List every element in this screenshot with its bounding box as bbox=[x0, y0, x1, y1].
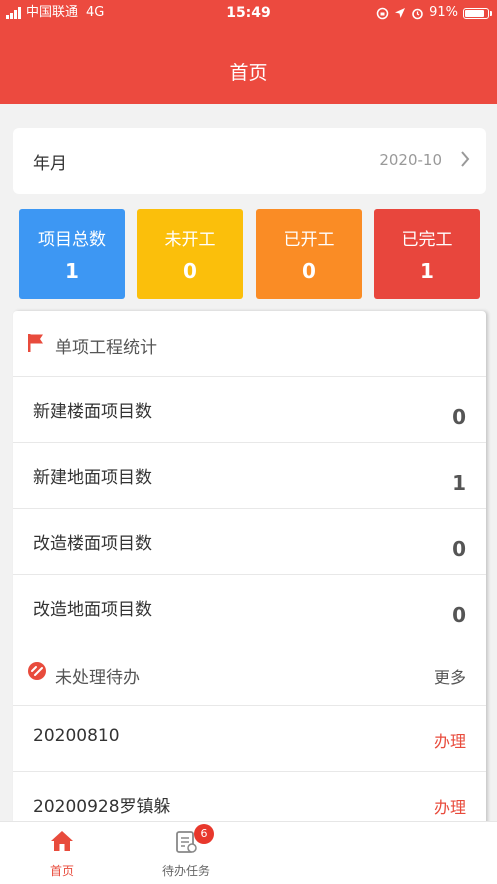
stat-row-value: 0 bbox=[452, 603, 466, 627]
tab-bar: 首页 6 待办任务 bbox=[0, 821, 497, 884]
handle-button[interactable]: 办理 bbox=[434, 794, 466, 818]
month-selector[interactable]: 年月 2020-10 bbox=[13, 128, 486, 194]
home-icon bbox=[51, 831, 73, 851]
stat-label: 项目总数 bbox=[38, 230, 106, 250]
badge-count: 6 bbox=[194, 824, 214, 844]
section-title: 单项工程统计 bbox=[55, 338, 157, 358]
stat-label: 已开工 bbox=[283, 230, 335, 250]
single-project-stats-header: 单项工程统计 bbox=[13, 311, 486, 375]
stat-row-label: 新建地面项目数 bbox=[33, 468, 152, 488]
flag-icon bbox=[28, 334, 43, 352]
stat-row-label: 改造地面项目数 bbox=[33, 600, 152, 620]
tab-home[interactable]: 首页 bbox=[0, 822, 124, 884]
tab-label: 首页 bbox=[49, 864, 74, 878]
stat-row-label: 新建楼面项目数 bbox=[33, 402, 152, 422]
stats-panel: 项目总数 1 未开工 0 已开工 0 已完工 1 bbox=[19, 209, 480, 299]
rotation-lock-icon bbox=[376, 7, 389, 19]
stat-row-value: 1 bbox=[452, 471, 466, 495]
stat-row[interactable]: 改造地面项目数 0 bbox=[13, 574, 486, 640]
battery-percent: 91% bbox=[429, 5, 458, 20]
status-right: 91% bbox=[376, 0, 492, 26]
stat-row[interactable]: 改造楼面项目数 0 bbox=[13, 508, 486, 574]
stat-card-started[interactable]: 已开工 0 bbox=[256, 209, 362, 299]
top-header: 中国联通 4G 15:49 91% 首页 bbox=[0, 0, 497, 104]
stat-label: 未开工 bbox=[164, 230, 216, 250]
section-title: 未处理待办 bbox=[55, 668, 140, 688]
page-title: 首页 bbox=[229, 62, 268, 84]
handle-button[interactable]: 办理 bbox=[434, 728, 466, 752]
stat-card-not-started[interactable]: 未开工 0 bbox=[137, 209, 243, 299]
stat-value: 0 bbox=[183, 259, 197, 283]
month-value: 2020-10 bbox=[379, 151, 442, 169]
stat-row[interactable]: 新建楼面项目数 0 bbox=[13, 376, 486, 442]
stat-value: 1 bbox=[420, 259, 434, 283]
stat-row-value: 0 bbox=[452, 405, 466, 429]
pending-header: 未处理待办 更多 bbox=[13, 641, 486, 705]
alarm-icon bbox=[412, 8, 423, 19]
chevron-right-icon bbox=[461, 151, 470, 167]
stat-row[interactable]: 新建地面项目数 1 bbox=[13, 442, 486, 508]
more-link[interactable]: 更多 bbox=[434, 664, 466, 688]
pending-item-label: 20200928罗镇躲 bbox=[33, 797, 171, 817]
stat-row-label: 改造楼面项目数 bbox=[33, 534, 152, 554]
stat-row-value: 0 bbox=[452, 537, 466, 561]
location-arrow-icon bbox=[395, 8, 406, 18]
stat-value: 0 bbox=[302, 259, 316, 283]
battery-icon bbox=[463, 7, 492, 19]
stat-card-total[interactable]: 项目总数 1 bbox=[19, 209, 125, 299]
stat-card-completed[interactable]: 已完工 1 bbox=[374, 209, 480, 299]
pending-item-label: 20200810 bbox=[33, 726, 120, 746]
pending-icon bbox=[28, 662, 46, 680]
month-label: 年月 bbox=[33, 154, 67, 174]
pending-item[interactable]: 20200810 办理 bbox=[13, 705, 486, 771]
tab-pending-tasks[interactable]: 6 待办任务 bbox=[124, 822, 248, 884]
main-card: 单项工程统计 新建楼面项目数 0 新建地面项目数 1 改造楼面项目数 0 改造地… bbox=[13, 311, 486, 831]
status-bar: 中国联通 4G 15:49 91% bbox=[0, 0, 497, 26]
stat-label: 已完工 bbox=[401, 230, 453, 250]
stat-value: 1 bbox=[65, 259, 79, 283]
tab-label: 待办任务 bbox=[161, 864, 210, 878]
